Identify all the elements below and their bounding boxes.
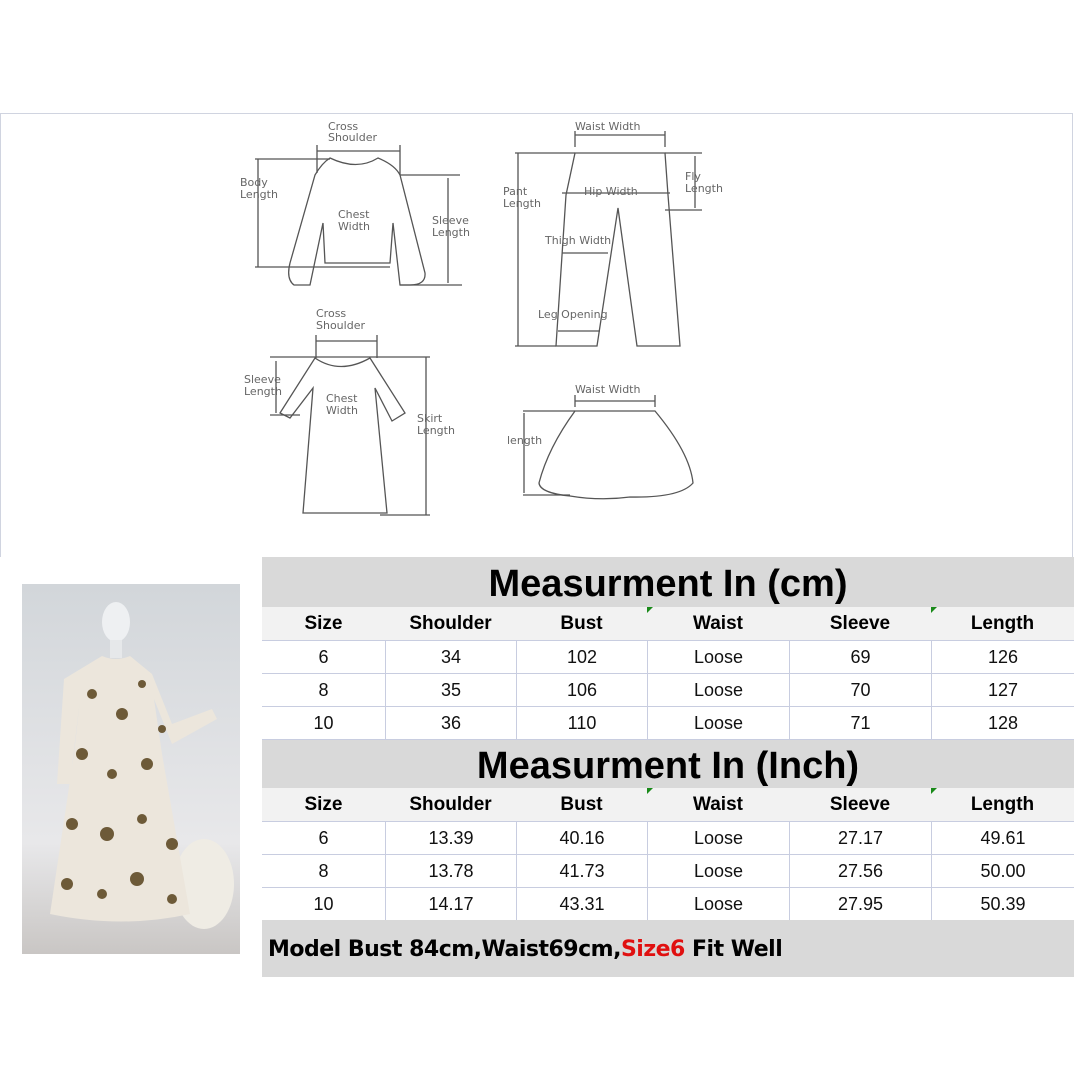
col-length: Length [931, 607, 1074, 640]
table-cell-sleeve: 70 [789, 674, 931, 706]
col-waist: Waist [647, 788, 789, 821]
table-row: 8 35 106 Loose 70 127 [262, 673, 1074, 706]
product-photo [22, 584, 240, 954]
label-chest-width-2: Width [338, 220, 370, 233]
table-cell-bust: 106 [516, 674, 647, 706]
table-cell-sleeve: 27.95 [789, 888, 931, 920]
table-cell-shoulder: 13.78 [385, 855, 516, 887]
table-cell-shoulder: 36 [385, 707, 516, 739]
table-cell-sleeve: 69 [789, 641, 931, 673]
table-cell-size: 10 [313, 713, 334, 733]
table-cell-shoulder: 14.17 [385, 888, 516, 920]
col-sleeve: Sleeve [829, 794, 891, 815]
dress-outline [279, 357, 406, 514]
table-cell-waist: Loose [647, 888, 789, 920]
table-cell-size: 8 [318, 861, 329, 881]
col-waist: Waist [647, 607, 789, 640]
table-row: 6 34 102 Loose 69 126 [262, 640, 1074, 673]
measurement-diagram: Cross Shoulder Body Length Chest Width S… [240, 120, 723, 516]
label-leg-opening: Leg Opening [538, 308, 608, 321]
col-bust: Bust [560, 794, 603, 815]
table-cell-size: 6 [318, 647, 329, 667]
table-cell-waist: Loose [647, 674, 789, 706]
model-fit-note: Model Bust 84cm,Waist69cm,Size6 Fit Well [262, 920, 1074, 977]
label-pant-length-2: Length [503, 197, 541, 210]
inch-table-title: Measurment In (Inch) [262, 739, 1074, 788]
inch-table-header: Size Shoulder Bust Waist Sleeve Length [262, 788, 1074, 821]
label-waist-width: Waist Width [575, 120, 640, 133]
table-cell-bust: 40.16 [516, 822, 647, 854]
measurement-tables: Measurment In (cm) Size Shoulder Bust Wa… [262, 557, 1074, 977]
col-shoulder: Shoulder [409, 794, 492, 815]
table-cell-waist: Loose [647, 822, 789, 854]
skirt-outline [538, 410, 694, 500]
table-cell-length: 126 [931, 641, 1074, 673]
table-cell-bust: 43.31 [516, 888, 647, 920]
label-cross-shoulder-2: Shoulder [328, 131, 377, 144]
table-cell-length: 49.61 [931, 822, 1074, 854]
label-sleeve-length-2: Length [432, 226, 470, 239]
table-cell-size: 8 [318, 680, 329, 700]
table-cell-length: 50.00 [931, 855, 1074, 887]
cm-table-header: Size Shoulder Bust Waist Sleeve Length [262, 607, 1074, 640]
table-cell-length: 127 [931, 674, 1074, 706]
label-dress-cross-shoulder-2: Shoulder [316, 319, 365, 332]
label-thigh-width: Thigh Width [544, 234, 611, 247]
label-fly-length-2: Length [685, 182, 723, 195]
col-size: Size [304, 613, 343, 634]
table-cell-waist: Loose [647, 855, 789, 887]
col-size: Size [304, 794, 343, 815]
label-hip-width: Hip Width [584, 185, 638, 198]
cm-table-title: Measurment In (cm) [262, 557, 1074, 607]
table-cell-sleeve: 27.56 [789, 855, 931, 887]
table-cell-shoulder: 13.39 [385, 822, 516, 854]
table-cell-shoulder: 34 [385, 641, 516, 673]
table-cell-shoulder: 35 [385, 674, 516, 706]
col-shoulder: Shoulder [409, 613, 492, 634]
col-bust: Bust [560, 613, 603, 634]
table-cell-sleeve: 71 [789, 707, 931, 739]
table-row: 6 13.39 40.16 Loose 27.17 49.61 [262, 821, 1074, 854]
label-dress-chest-width-2: Width [326, 404, 358, 417]
label-skirt-length-2: Length [417, 424, 455, 437]
label-body-length-2: Length [240, 188, 278, 201]
table-cell-bust: 41.73 [516, 855, 647, 887]
fit-note-size: Size6 [620, 937, 685, 962]
table-cell-waist: Loose [647, 707, 789, 739]
fit-note-text: Model Bust 84cm,Waist69cm, [268, 937, 621, 962]
table-row: 10 36 110 Loose 71 128 [262, 706, 1074, 739]
col-length: Length [931, 788, 1074, 821]
table-cell-size: 6 [318, 828, 329, 848]
label-dress-sleeve-length-2: Length [244, 385, 282, 398]
col-sleeve: Sleeve [829, 613, 891, 634]
table-cell-bust: 110 [516, 707, 647, 739]
table-cell-length: 50.39 [931, 888, 1074, 920]
table-cell-size: 10 [313, 894, 334, 914]
label-skirt-length-short: length [507, 434, 542, 447]
table-row: 10 14.17 43.31 Loose 27.95 50.39 [262, 887, 1074, 920]
table-cell-sleeve: 27.17 [789, 822, 931, 854]
table-row: 8 13.78 41.73 Loose 27.56 50.00 [262, 854, 1074, 887]
label-skirt-waist-width: Waist Width [575, 383, 640, 396]
fit-note-suffix: Fit Well [684, 937, 783, 962]
table-cell-waist: Loose [647, 641, 789, 673]
table-cell-length: 128 [931, 707, 1074, 739]
table-cell-bust: 102 [516, 641, 647, 673]
